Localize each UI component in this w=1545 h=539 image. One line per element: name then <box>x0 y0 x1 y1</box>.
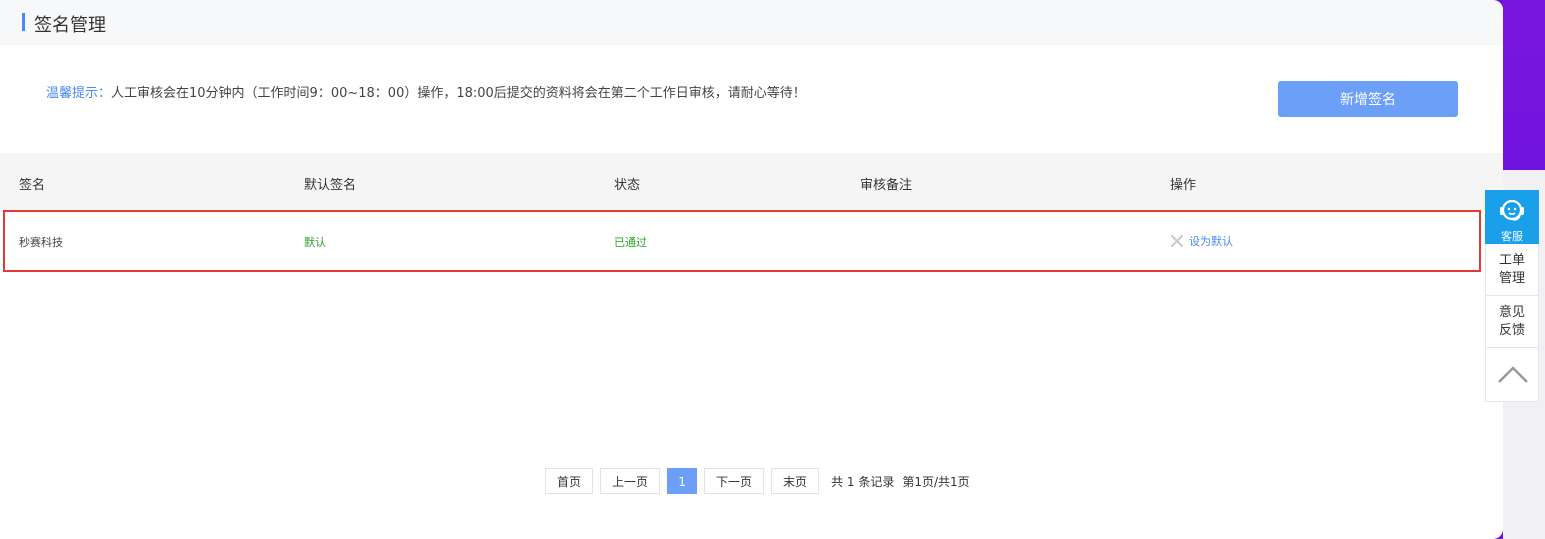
last-page-button[interactable]: 末页 <box>771 468 820 494</box>
close-icon <box>1170 234 1184 248</box>
page-title: 签名管理 <box>34 15 106 36</box>
pagination-info: 共 1 条记录 第1页/共1页 <box>831 473 978 490</box>
headset-icon <box>1500 199 1524 221</box>
notice-label: 温馨提示： <box>46 86 112 101</box>
panel-header: 签名管理 <box>0 0 1503 45</box>
header-remark: 审核备注 <box>860 178 913 193</box>
notice-text: 温馨提示：人工审核会在10分钟内（工作时间9：00~18：00）操作，18:00… <box>46 82 806 101</box>
chevron-up-icon <box>1498 366 1528 383</box>
header-status: 状态 <box>614 178 641 193</box>
header-default: 默认签名 <box>304 178 357 193</box>
first-page-button[interactable]: 首页 <box>545 468 594 494</box>
customer-service-button[interactable]: 客服 <box>1485 190 1539 244</box>
feedback-label-2: 反馈 <box>1498 322 1525 338</box>
total-records: 共 1 条记录 <box>831 474 895 489</box>
set-default-link[interactable]: 设为默认 <box>1170 233 1233 249</box>
default-flag: 默认 <box>304 236 326 249</box>
header-signature: 签名 <box>19 178 46 193</box>
next-page-button[interactable]: 下一页 <box>704 468 765 494</box>
signature-panel: 签名管理 温馨提示：人工审核会在10分钟内（工作时间9：00~18：00）操作，… <box>0 0 1503 539</box>
signature-name: 秒赛科技 <box>19 236 63 249</box>
ticket-label-2: 管理 <box>1498 270 1525 286</box>
pagination: 首页 上一页 1 下一页 末页 共 1 条记录 第1页/共1页 <box>545 468 978 494</box>
table-row: 秒赛科技 默认 已通过 设为默认 <box>3 210 1481 272</box>
ticket-management-button[interactable]: 工单 管理 <box>1485 244 1539 296</box>
notice-body: 人工审核会在10分钟内（工作时间9：00~18：00）操作，18:00后提交的资… <box>111 86 806 101</box>
set-default-label: 设为默认 <box>1189 235 1233 248</box>
ticket-label-1: 工单 <box>1498 252 1525 268</box>
add-signature-button[interactable]: 新增签名 <box>1278 81 1458 117</box>
status-badge: 已通过 <box>614 236 647 249</box>
page-1-button[interactable]: 1 <box>667 468 698 494</box>
title-accent-bar <box>22 13 25 31</box>
page-info: 第1页/共1页 <box>902 474 970 489</box>
header-action: 操作 <box>1170 178 1197 193</box>
prev-page-button[interactable]: 上一页 <box>600 468 661 494</box>
feedback-button[interactable]: 意见 反馈 <box>1485 296 1539 348</box>
feedback-label-1: 意见 <box>1498 304 1525 320</box>
table-header: 签名 默认签名 状态 审核备注 操作 <box>0 153 1503 210</box>
floating-toolbar: 客服 工单 管理 意见 反馈 <box>1485 190 1539 402</box>
back-to-top-button[interactable] <box>1485 348 1539 402</box>
service-label: 客服 <box>1501 230 1523 243</box>
